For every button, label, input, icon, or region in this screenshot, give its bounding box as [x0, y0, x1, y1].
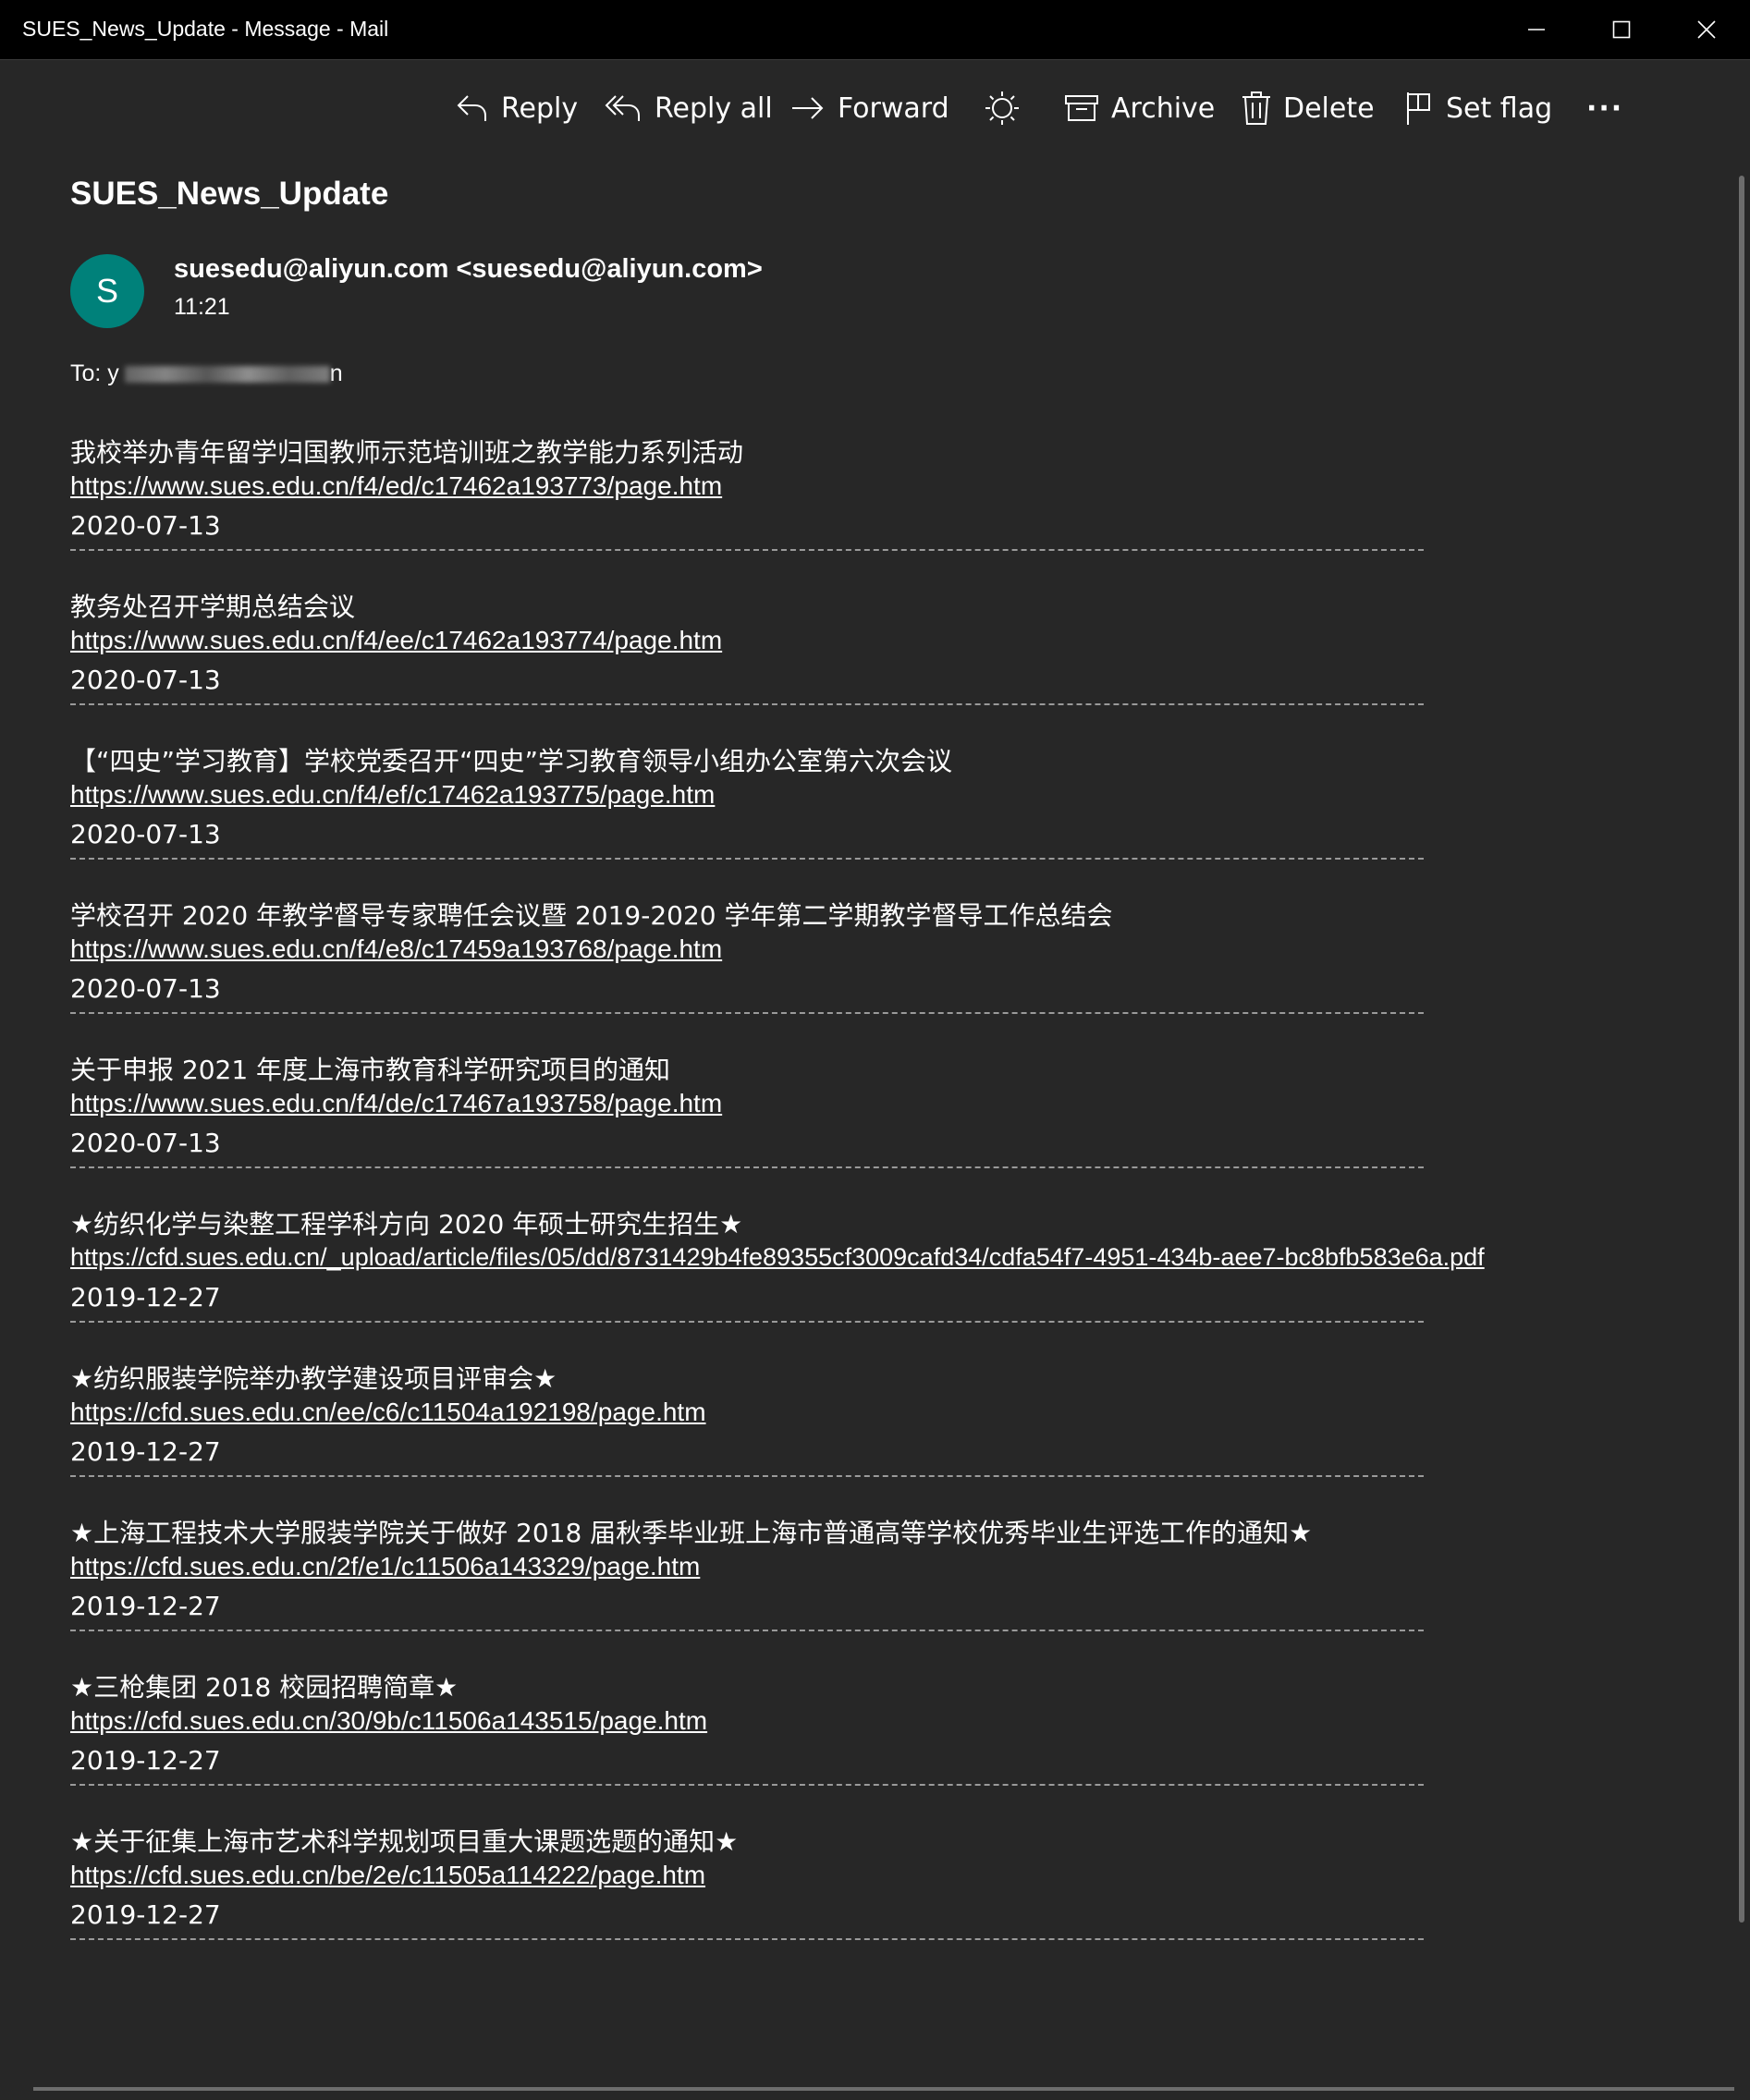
news-title: ★三枪集团 2018 校园招聘简章★ [70, 1672, 459, 1703]
theme-toggle-button[interactable] [984, 83, 1032, 133]
delete-label: Delete [1283, 92, 1375, 125]
archive-icon [1065, 95, 1098, 121]
news-title: 【“四史”学习教育】学校党委召开“四史”学习教育领导小组办公室第六次会议 [70, 746, 953, 776]
trash-icon [1242, 92, 1270, 125]
news-link[interactable]: https://www.sues.edu.cn/f4/de/c17467a193… [70, 1089, 722, 1118]
to-label: To: y [70, 360, 119, 386]
message-subject: SUES_News_Update [70, 176, 389, 212]
news-link[interactable]: https://cfd.sues.edu.cn/_upload/article/… [70, 1243, 1485, 1272]
message-toolbar: Reply Reply all Forward Archive Delete S… [0, 59, 1750, 155]
window-title: SUES_News_Update - Message - Mail [22, 17, 389, 41]
horizontal-scrollbar[interactable] [33, 2087, 1734, 2091]
redacted-recipient [124, 366, 330, 384]
sun-icon [985, 92, 1019, 125]
dashed-separator [70, 1938, 1424, 1940]
news-title: 教务处召开学期总结会议 [70, 592, 356, 622]
sender-address[interactable]: suesedu@aliyun.com <suesedu@aliyun.com> [174, 254, 763, 285]
reply-all-icon [605, 95, 640, 121]
archive-button[interactable]: Archive [1063, 83, 1215, 133]
delete-button[interactable]: Delete [1241, 83, 1375, 133]
recipient-line[interactable]: To: y n [70, 360, 343, 387]
to-suffix: n [329, 360, 343, 386]
dashed-separator [70, 1166, 1424, 1168]
title-bar: SUES_News_Update - Message - Mail [0, 0, 1750, 60]
maximize-icon [1612, 20, 1631, 39]
forward-label: Forward [838, 92, 949, 125]
news-date: 2019-12-27 [70, 1436, 221, 1467]
dashed-separator [70, 1012, 1424, 1014]
news-title: ★上海工程技术大学服装学院关于做好 2018 届秋季毕业班上海市普通高等学校优秀… [70, 1518, 1313, 1548]
reply-button[interactable]: Reply [455, 83, 578, 133]
news-title: 学校召开 2020 年教学督导专家聘任会议暨 2019-2020 学年第二学期教… [70, 900, 1113, 931]
dashed-separator [70, 1784, 1424, 1786]
vertical-scrollbar[interactable] [1739, 176, 1744, 1923]
dashed-separator [70, 1630, 1424, 1631]
reply-all-button[interactable]: Reply all [605, 83, 773, 133]
flag-icon [1407, 92, 1430, 125]
news-title: ★关于征集上海市艺术科学规划项目重大课题选题的通知★ [70, 1826, 739, 1857]
news-link[interactable]: https://www.sues.edu.cn/f4/ed/c17462a193… [70, 471, 722, 501]
minimize-button[interactable] [1494, 0, 1579, 59]
news-link[interactable]: https://cfd.sues.edu.cn/2f/e1/c11506a143… [70, 1552, 700, 1581]
news-date: 2019-12-27 [70, 1745, 221, 1776]
news-date: 2020-07-13 [70, 819, 221, 849]
reply-label: Reply [501, 92, 579, 125]
news-title: ★纺织服装学院举办教学建设项目评审会★ [70, 1363, 557, 1394]
news-title: 我校举办青年留学归国教师示范培训班之教学能力系列活动 [70, 437, 744, 468]
news-date: 2019-12-27 [70, 1899, 221, 1930]
dashed-separator [70, 1321, 1424, 1323]
dashed-separator [70, 549, 1424, 551]
reply-icon [457, 95, 486, 121]
news-date: 2020-07-13 [70, 665, 221, 695]
news-date: 2020-07-13 [70, 973, 221, 1004]
news-date: 2019-12-27 [70, 1282, 221, 1312]
forward-icon [792, 97, 824, 119]
dashed-separator [70, 1475, 1424, 1477]
dashed-separator [70, 703, 1424, 705]
message-time: 11:21 [174, 294, 230, 320]
close-button[interactable] [1664, 0, 1749, 59]
news-title: ★纺织化学与染整工程学科方向 2020 年硕士研究生招生★ [70, 1209, 743, 1239]
set-flag-label: Set flag [1446, 92, 1553, 125]
close-icon [1697, 20, 1716, 39]
news-link[interactable]: https://cfd.sues.edu.cn/be/2e/c11505a114… [70, 1861, 705, 1890]
maximize-button[interactable] [1579, 0, 1664, 59]
news-link[interactable]: https://www.sues.edu.cn/f4/ef/c17462a193… [70, 780, 715, 810]
archive-label: Archive [1111, 92, 1216, 125]
news-date: 2019-12-27 [70, 1591, 221, 1621]
set-flag-button[interactable]: Set flag [1403, 83, 1552, 133]
news-link[interactable]: https://cfd.sues.edu.cn/ee/c6/c11504a192… [70, 1398, 706, 1427]
reply-all-label: Reply all [655, 92, 773, 125]
minimize-icon [1528, 29, 1545, 31]
news-date: 2020-07-13 [70, 510, 221, 541]
news-title: 关于申报 2021 年度上海市教育科学研究项目的通知 [70, 1055, 671, 1085]
avatar[interactable]: S [70, 254, 144, 328]
news-date: 2020-07-13 [70, 1128, 221, 1158]
more-options-icon: ··· [1586, 92, 1624, 125]
dashed-separator [70, 858, 1424, 860]
news-link[interactable]: https://www.sues.edu.cn/f4/e8/c17459a193… [70, 934, 722, 964]
news-link[interactable]: https://cfd.sues.edu.cn/30/9b/c11506a143… [70, 1706, 707, 1736]
news-link[interactable]: https://www.sues.edu.cn/f4/ee/c17462a193… [70, 626, 722, 655]
more-options-button[interactable]: ··· [1586, 83, 1623, 133]
forward-button[interactable]: Forward [789, 83, 949, 133]
